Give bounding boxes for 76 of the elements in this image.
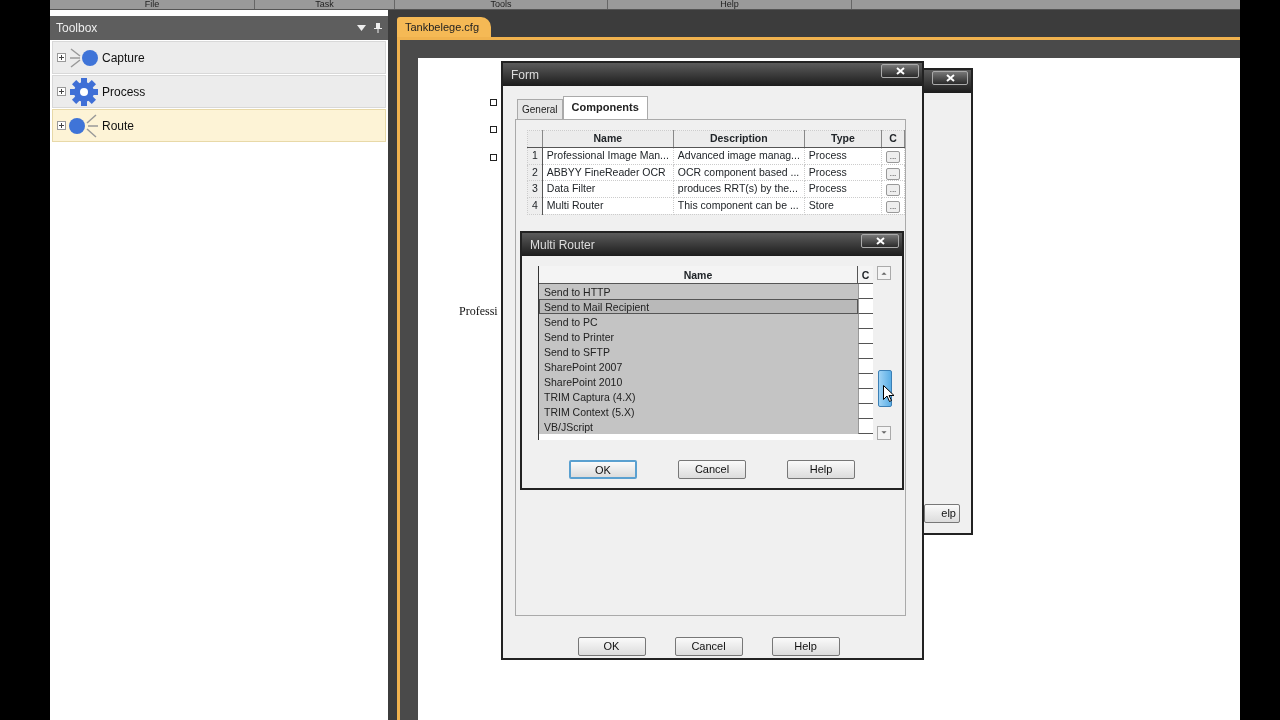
column-header: Name [539,266,858,283]
close-button[interactable] [881,63,919,78]
scroll-down-button[interactable] [877,426,891,440]
document-tab[interactable]: Tankbelege.cfg [397,17,491,37]
checkbox[interactable] [858,314,873,329]
dialog-button[interactable]: OK [569,460,637,479]
close-icon [945,73,955,82]
checkbox[interactable] [858,299,873,314]
close-button[interactable] [932,70,968,85]
body-text: Professi [459,303,498,320]
close-icon [875,236,885,245]
scroll-up-button[interactable] [877,266,891,280]
column-header: Name [542,130,674,148]
list-item[interactable]: Send to PC [539,314,858,329]
ellipsis-button[interactable]: ... [886,201,900,213]
close-button[interactable] [861,233,899,248]
checkbox[interactable] [858,374,873,389]
tab[interactable]: General [517,99,563,119]
gear-icon [68,76,100,107]
table-cell: OCR component based ... [673,164,805,181]
checkbox[interactable] [858,389,873,404]
mouse-pointer-icon [883,385,894,402]
expand-icon[interactable] [57,87,66,96]
pin-icon[interactable] [374,23,382,33]
window-title: Multi Router [530,236,595,254]
list-item[interactable]: Send to Printer [539,329,858,344]
table-cell: Process [804,164,882,181]
column-header: C [860,268,871,283]
list-item[interactable]: TRIM Context (5.X) [539,404,858,419]
checkbox[interactable] [858,359,873,374]
item-label: Process [102,83,146,101]
checkbox[interactable] [490,99,497,106]
ellipsis-button[interactable]: ... [886,167,900,180]
toolbox-item[interactable]: Route [52,109,386,142]
checkbox[interactable] [858,329,873,344]
checkbox[interactable] [858,404,873,419]
dialog-button[interactable]: Help [787,460,855,479]
list-item[interactable]: SharePoint 2010 [539,374,858,389]
dialog-button[interactable]: Help [771,637,840,656]
list-item[interactable]: Send to HTTP [539,284,858,299]
menu-item[interactable]: Tools [395,0,608,9]
expand-icon[interactable] [57,53,66,62]
checkbox[interactable] [858,419,873,434]
menu-item[interactable]: Task [255,0,395,9]
close-icon [895,66,905,75]
toolbox-item[interactable]: Capture [52,41,386,74]
dialog-button[interactable]: Cancel [674,637,743,656]
checkbox[interactable] [858,284,873,299]
list-item[interactable]: TRIM Captura (4.X) [539,389,858,404]
partly-hidden-button[interactable]: elp [924,504,960,523]
list-item[interactable]: Send to SFTP [539,344,858,359]
window-title: Form [511,66,539,84]
list-item[interactable]: VB/JScript [539,419,858,434]
checkbox[interactable] [490,126,497,133]
panel-title: Toolbox [56,20,98,37]
list-item[interactable]: SharePoint 2007 [539,359,858,374]
ellipsis-button[interactable]: ... [886,184,900,197]
column-header: Description [673,130,805,148]
dropdown-icon[interactable] [357,25,366,31]
menu-item[interactable]: File [50,0,255,9]
checkbox[interactable] [858,344,873,359]
list-item[interactable]: Send to Mail Recipient [539,299,858,314]
dialog-button[interactable]: OK [577,637,646,656]
tab[interactable]: Components [562,96,648,119]
dialog-button[interactable]: Cancel [678,460,746,479]
toolbox-item[interactable]: Process [52,75,386,108]
circle-arrows-out-icon [68,111,100,140]
ellipsis-button[interactable]: ... [886,150,900,163]
menu-item[interactable]: Help [608,0,852,9]
column-header: Type [804,130,882,148]
item-label: Capture [102,49,145,67]
expand-icon[interactable] [57,121,66,130]
item-label: Route [102,117,135,135]
column-header: C [881,130,905,148]
checkbox[interactable] [490,154,497,161]
table-cell: ABBYY FineReader OCR [542,164,674,181]
